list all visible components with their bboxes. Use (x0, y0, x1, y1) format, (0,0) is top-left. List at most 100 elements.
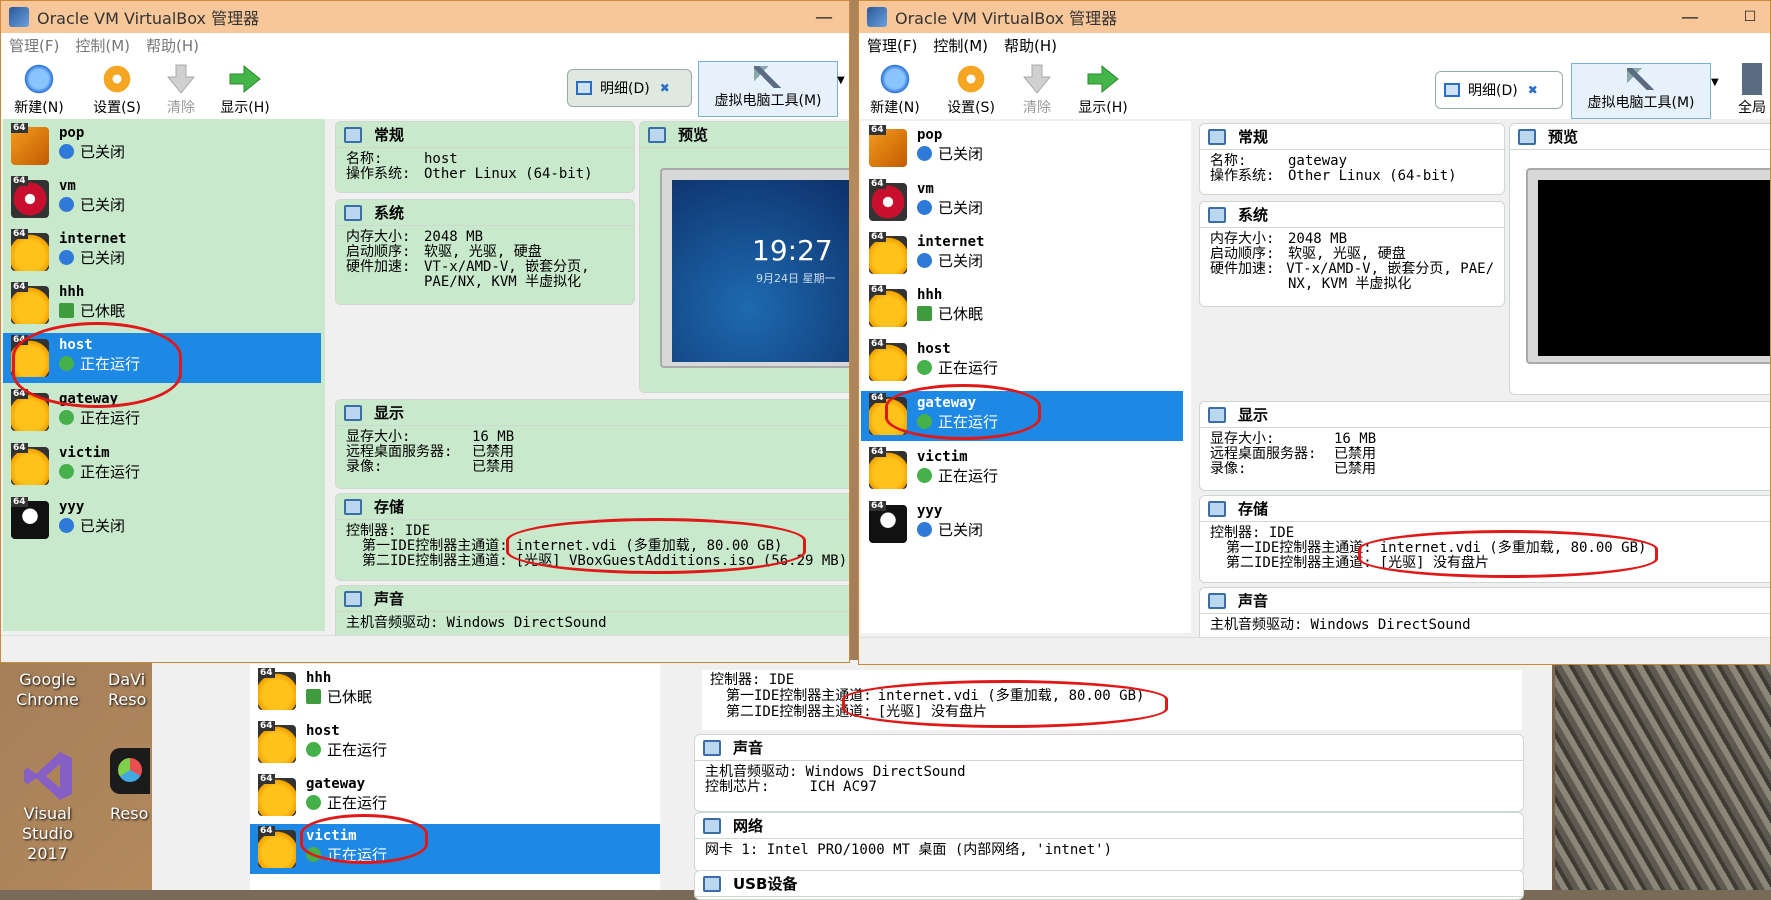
display-icon (344, 404, 362, 421)
vm-item-vm[interactable]: 64 vm 已关闭 (3, 174, 325, 222)
details-close-icon[interactable]: ✖ (1528, 83, 1538, 97)
details-close-icon[interactable]: ✖ (660, 81, 670, 95)
display-icon (1208, 406, 1226, 423)
vm-item-hhh[interactable]: 64 hhh 已休眠 (3, 280, 325, 328)
show-button[interactable]: 显示(H) (1071, 61, 1135, 117)
vm-state-label: 已关闭 (938, 145, 984, 163)
vm-name: host (306, 723, 340, 739)
desktop-icon-chrome-label-1: Google (19, 670, 76, 689)
system-icon (1208, 206, 1226, 223)
menu-manage[interactable]: 管理(F) (859, 35, 925, 56)
accel-value-1: VT-x/AMD-V, 嵌套分页, PAE/ (1286, 261, 1494, 277)
section-preview: 预览 19:27 9月24日 星期一 (639, 121, 849, 393)
new-button[interactable]: 新建(N) (7, 61, 71, 117)
machine-tools-button[interactable]: 虚拟电脑工具(M) (1571, 63, 1711, 119)
show-arrow-right-icon (1086, 63, 1120, 95)
section-system: 系统 内存大小: 2048 MB 启动顺序: 软驱, 光驱, 硬盘 硬件加速: VT-… (1199, 201, 1505, 307)
show-button[interactable]: 显示(H) (213, 61, 277, 117)
minimize-button[interactable]: — (801, 1, 847, 33)
bg-ide-primary-label: 第一IDE控制器主通道: (726, 688, 872, 704)
vm-list: 64 pop 已关闭 64 vm 已关闭 64 internet 已关闭 64 … (861, 121, 1191, 633)
desktop-icon-visual-studio-label-2: Studio 2017 (22, 824, 73, 863)
rdp-value: 已禁用 (1334, 446, 1376, 462)
menu-manage[interactable]: 管理(F) (1, 35, 67, 56)
global-tools-button[interactable]: 全局 (1727, 61, 1770, 117)
vm-badge: 64 (11, 389, 28, 399)
maximize-button[interactable]: ☐ (1727, 1, 1770, 33)
vm-state-label: 正在运行 (938, 359, 999, 377)
new-star-icon (878, 63, 912, 95)
vm-item-internet[interactable]: 64 internet 已关闭 (861, 230, 1191, 278)
vm-item-pop[interactable]: 64 pop 已关闭 (3, 121, 325, 169)
vm-name: hhh (59, 284, 85, 300)
vm-item-victim[interactable]: 64 victim 正在运行 (3, 441, 325, 489)
vm-name: host (917, 341, 951, 357)
desktop-icon-davinci[interactable]: DaVi Reso (108, 670, 148, 722)
menu-control[interactable]: 控制(M) (67, 35, 138, 56)
ide-primary-label: 第一IDE控制器主通道: (362, 538, 508, 554)
vm-item-pop[interactable]: 64 pop 已关闭 (861, 123, 1191, 171)
desktop-icon-davinci-label-1: DaVi (108, 670, 146, 689)
vm-state: 已休眠 (306, 686, 372, 707)
vm-item-internet[interactable]: 64 internet 已关闭 (3, 227, 325, 275)
vm-badge: 64 (258, 668, 275, 678)
vm-name: host (59, 337, 93, 353)
desktop-icon-resolve[interactable]: Reso (110, 748, 150, 838)
vm-item-victim[interactable]: 64 victim 正在运行 (250, 824, 660, 874)
discard-button[interactable]: 清除 (1005, 61, 1069, 117)
vm-name: vm (917, 181, 934, 197)
machine-tools-dropdown-icon[interactable]: ▼ (837, 75, 845, 86)
machine-tools-dropdown-icon[interactable]: ▼ (1711, 77, 1719, 88)
desktop-icon-chrome-label-2: Chrome (16, 690, 79, 709)
vm-item-gateway[interactable]: 64 gateway 正在运行 (3, 387, 325, 435)
vm-item-hhh[interactable]: 64 hhh 已休眠 (861, 283, 1191, 331)
section-display: 显示 显存大小: 16 MB 远程桌面服务器: 已禁用 录像: 已禁用 (335, 399, 849, 489)
section-storage: 存储 控制器: IDE 第一IDE控制器主通道: internet.vdi (多重… (335, 493, 849, 581)
status-bar (1, 635, 849, 662)
ide-primary-value: internet.vdi (多重加载, 80.00 GB) (1379, 540, 1647, 556)
section-display-title: 显示 (1238, 406, 1269, 424)
preview-icon (1518, 128, 1536, 145)
section-system-title: 系统 (374, 204, 405, 222)
vm-state-label: 正在运行 (80, 409, 141, 427)
vm-item-host[interactable]: 64 host 正在运行 (3, 333, 321, 383)
os-label: 操作系统: (346, 166, 411, 182)
vm-badge: 64 (11, 123, 28, 133)
window-title: Oracle VM VirtualBox 管理器 (37, 9, 260, 28)
new-button[interactable]: 新建(N) (863, 61, 927, 117)
section-storage: 存储 控制器: IDE 第一IDE控制器主通道: internet.vdi (多重… (1199, 495, 1770, 583)
vm-state: 已关闭 (59, 141, 125, 162)
settings-button[interactable]: 设置(S) (85, 61, 149, 117)
storage-icon (344, 498, 362, 515)
desktop-icon-visual-studio[interactable]: Visual Studio 2017 (0, 748, 95, 863)
details-toggle[interactable]: 明细(D) ✖ (567, 69, 692, 107)
preview-icon (648, 126, 666, 143)
machine-tools-button[interactable]: 虚拟电脑工具(M) (698, 61, 838, 117)
minimize-button[interactable]: — (1667, 1, 1713, 33)
vm-state: 正在运行 (59, 461, 140, 482)
vm-state: 已关闭 (59, 194, 125, 215)
discard-button[interactable]: 清除 (149, 61, 213, 117)
vm-item-yyy[interactable]: 64 yyy 已关闭 (3, 495, 325, 543)
vm-item-vm[interactable]: 64 vm 已关闭 (861, 177, 1191, 225)
desktop-icon-chrome[interactable]: Google Chrome (0, 670, 95, 722)
vm-item-gateway[interactable]: 64 gateway 正在运行 (250, 772, 660, 820)
vm-item-host[interactable]: 64 host 正在运行 (861, 337, 1191, 385)
details-toggle[interactable]: 明细(D) ✖ (1435, 71, 1563, 109)
vm-state: 正在运行 (306, 739, 387, 760)
vm-state: 已关闭 (917, 143, 983, 164)
menu-help[interactable]: 帮助(H) (996, 35, 1065, 56)
vm-item-gateway[interactable]: 64 gateway 正在运行 (861, 391, 1183, 441)
menu-control[interactable]: 控制(M) (925, 35, 996, 56)
vm-item-yyy[interactable]: 64 yyy 已关闭 (861, 499, 1191, 547)
vm-item-host[interactable]: 64 host 正在运行 (250, 719, 660, 767)
section-system-title: 系统 (1238, 206, 1269, 224)
settings-button[interactable]: 设置(S) (939, 61, 1003, 117)
vm-name: pop (917, 127, 943, 143)
boot-label: 启动顺序: (346, 244, 411, 260)
vm-item-victim[interactable]: 64 victim 正在运行 (861, 445, 1191, 493)
vm-item-hhh[interactable]: 64 hhh 已休眠 (250, 666, 660, 714)
ide-primary-value: internet.vdi (多重加载, 80.00 GB) (515, 538, 783, 554)
saved-state-icon (306, 689, 321, 704)
menu-help[interactable]: 帮助(H) (138, 35, 207, 56)
